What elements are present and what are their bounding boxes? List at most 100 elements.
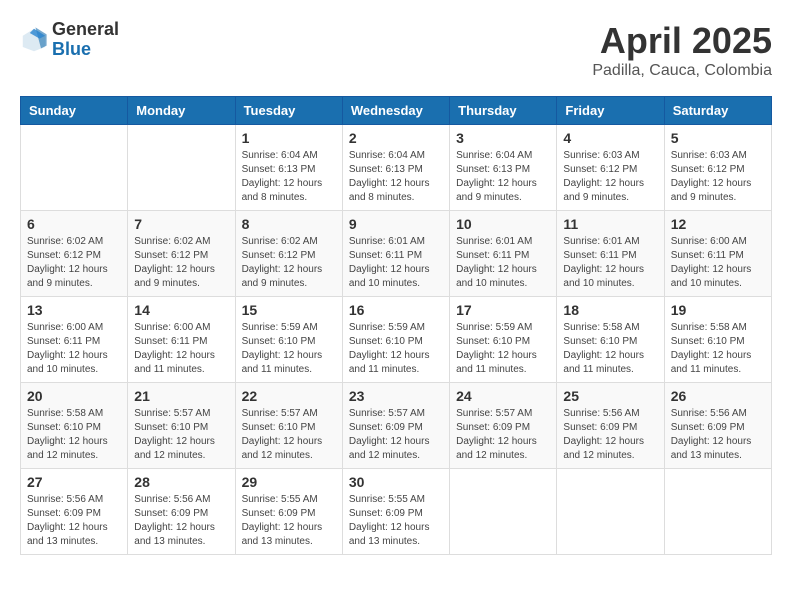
logo-text: General Blue	[52, 20, 119, 60]
calendar-cell: 15Sunrise: 5:59 AM Sunset: 6:10 PM Dayli…	[235, 297, 342, 383]
day-number: 1	[242, 130, 336, 146]
day-number: 25	[563, 388, 657, 404]
day-info: Sunrise: 5:57 AM Sunset: 6:09 PM Dayligh…	[456, 407, 550, 463]
calendar-cell: 27 Sunrise: 5:56 AM Sunset: 6:09 PM Dayli…	[21, 469, 128, 555]
day-number: 20	[27, 388, 121, 404]
calendar-cell: 24 Sunrise: 5:57 AM Sunset: 6:09 PM Dayli…	[450, 383, 557, 469]
calendar-cell: 1 Sunrise: 6:04 AM Sunset: 6:13 PM Daylig…	[235, 125, 342, 211]
day-info: Sunrise: 6:04 AM Sunset: 6:13 PM Dayligh…	[242, 149, 336, 205]
day-info: Sunrise: 5:59 AM Sunset: 6:10 PM Dayligh…	[349, 321, 443, 377]
day-number: 5	[671, 130, 765, 146]
weekday-header: Tuesday	[235, 97, 342, 125]
calendar-cell: 18 Sunrise: 5:58 AM Sunset: 6:10 PM Dayli…	[557, 297, 664, 383]
day-number: 24	[456, 388, 550, 404]
day-info: Sunrise: 6:00 AM Sunset: 6:11 PM Dayligh…	[671, 235, 765, 291]
calendar-cell: 9Sunrise: 6:01 AM Sunset: 6:11 PM Daylig…	[342, 211, 449, 297]
calendar-cell: 13 Sunrise: 6:00 AM Sunset: 6:11 PM Dayli…	[21, 297, 128, 383]
calendar-cell: 29Sunrise: 5:55 AM Sunset: 6:09 PM Dayli…	[235, 469, 342, 555]
day-number: 27	[27, 474, 121, 490]
day-info: Sunrise: 5:56 AM Sunset: 6:09 PM Dayligh…	[27, 493, 121, 549]
weekday-header: Friday	[557, 97, 664, 125]
page-header: General Blue April 2025 Padilla, Cauca, …	[20, 20, 772, 80]
weekday-header: Sunday	[21, 97, 128, 125]
weekday-header: Thursday	[450, 97, 557, 125]
day-info: Sunrise: 5:56 AM Sunset: 6:09 PM Dayligh…	[563, 407, 657, 463]
calendar-cell: 5 Sunrise: 6:03 AM Sunset: 6:12 PM Daylig…	[664, 125, 771, 211]
day-info: Sunrise: 6:01 AM Sunset: 6:11 PM Dayligh…	[563, 235, 657, 291]
calendar-cell	[450, 469, 557, 555]
day-info: Sunrise: 6:02 AM Sunset: 6:12 PM Dayligh…	[242, 235, 336, 291]
day-info: Sunrise: 6:04 AM Sunset: 6:13 PM Dayligh…	[349, 149, 443, 205]
weekday-header: Wednesday	[342, 97, 449, 125]
calendar-week-row: 1 Sunrise: 6:04 AM Sunset: 6:13 PM Daylig…	[21, 125, 772, 211]
calendar-cell	[21, 125, 128, 211]
calendar-cell: 2 Sunrise: 6:04 AM Sunset: 6:13 PM Daylig…	[342, 125, 449, 211]
day-info: Sunrise: 6:00 AM Sunset: 6:11 PM Dayligh…	[27, 321, 121, 377]
day-number: 6	[27, 216, 121, 232]
day-info: Sunrise: 5:58 AM Sunset: 6:10 PM Dayligh…	[671, 321, 765, 377]
day-number: 18	[563, 302, 657, 318]
weekday-header: Monday	[128, 97, 235, 125]
calendar-cell: 19 Sunrise: 5:58 AM Sunset: 6:10 PM Dayli…	[664, 297, 771, 383]
calendar-cell: 12 Sunrise: 6:00 AM Sunset: 6:11 PM Dayli…	[664, 211, 771, 297]
day-number: 7	[134, 216, 228, 232]
day-info: Sunrise: 6:00 AM Sunset: 6:11 PM Dayligh…	[134, 321, 228, 377]
calendar-week-row: 6 Sunrise: 6:02 AM Sunset: 6:12 PM Daylig…	[21, 211, 772, 297]
day-info: Sunrise: 6:03 AM Sunset: 6:12 PM Dayligh…	[563, 149, 657, 205]
logo-blue-text: Blue	[52, 40, 119, 60]
calendar-header-row: SundayMondayTuesdayWednesdayThursdayFrid…	[21, 97, 772, 125]
day-info: Sunrise: 5:58 AM Sunset: 6:10 PM Dayligh…	[27, 407, 121, 463]
day-number: 21	[134, 388, 228, 404]
calendar-cell: 8 Sunrise: 6:02 AM Sunset: 6:12 PM Daylig…	[235, 211, 342, 297]
logo-icon	[20, 26, 48, 54]
day-number: 23	[349, 388, 443, 404]
day-info: Sunrise: 5:59 AM Sunset: 6:10 PM Dayligh…	[456, 321, 550, 377]
calendar-table: SundayMondayTuesdayWednesdayThursdayFrid…	[20, 96, 772, 555]
day-number: 13	[27, 302, 121, 318]
calendar-cell: 25 Sunrise: 5:56 AM Sunset: 6:09 PM Dayli…	[557, 383, 664, 469]
day-info: Sunrise: 5:58 AM Sunset: 6:10 PM Dayligh…	[563, 321, 657, 377]
day-number: 12	[671, 216, 765, 232]
day-number: 3	[456, 130, 550, 146]
calendar-cell: 20 Sunrise: 5:58 AM Sunset: 6:10 PM Dayli…	[21, 383, 128, 469]
calendar-week-row: 20 Sunrise: 5:58 AM Sunset: 6:10 PM Dayli…	[21, 383, 772, 469]
day-number: 22	[242, 388, 336, 404]
day-number: 19	[671, 302, 765, 318]
calendar-cell	[128, 125, 235, 211]
calendar-cell: 21 Sunrise: 5:57 AM Sunset: 6:10 PM Dayli…	[128, 383, 235, 469]
day-info: Sunrise: 5:57 AM Sunset: 6:10 PM Dayligh…	[242, 407, 336, 463]
title-block: April 2025 Padilla, Cauca, Colombia	[592, 20, 772, 80]
calendar-cell	[557, 469, 664, 555]
calendar-cell: 17Sunrise: 5:59 AM Sunset: 6:10 PM Dayli…	[450, 297, 557, 383]
day-info: Sunrise: 6:04 AM Sunset: 6:13 PM Dayligh…	[456, 149, 550, 205]
calendar-cell: 28 Sunrise: 5:56 AM Sunset: 6:09 PM Dayli…	[128, 469, 235, 555]
calendar-cell: 3 Sunrise: 6:04 AM Sunset: 6:13 PM Daylig…	[450, 125, 557, 211]
day-number: 15	[242, 302, 336, 318]
calendar-cell: 14 Sunrise: 6:00 AM Sunset: 6:11 PM Dayli…	[128, 297, 235, 383]
day-info: Sunrise: 5:56 AM Sunset: 6:09 PM Dayligh…	[671, 407, 765, 463]
logo: General Blue	[20, 20, 119, 60]
calendar-cell: 30Sunrise: 5:55 AM Sunset: 6:09 PM Dayli…	[342, 469, 449, 555]
day-number: 30	[349, 474, 443, 490]
calendar-cell: 16Sunrise: 5:59 AM Sunset: 6:10 PM Dayli…	[342, 297, 449, 383]
day-number: 8	[242, 216, 336, 232]
day-info: Sunrise: 6:03 AM Sunset: 6:12 PM Dayligh…	[671, 149, 765, 205]
day-number: 26	[671, 388, 765, 404]
day-number: 14	[134, 302, 228, 318]
day-number: 29	[242, 474, 336, 490]
day-info: Sunrise: 6:01 AM Sunset: 6:11 PM Dayligh…	[456, 235, 550, 291]
day-info: Sunrise: 5:57 AM Sunset: 6:09 PM Dayligh…	[349, 407, 443, 463]
calendar-cell: 10 Sunrise: 6:01 AM Sunset: 6:11 PM Dayli…	[450, 211, 557, 297]
calendar-cell: 23 Sunrise: 5:57 AM Sunset: 6:09 PM Dayli…	[342, 383, 449, 469]
day-number: 10	[456, 216, 550, 232]
day-number: 28	[134, 474, 228, 490]
calendar-week-row: 13 Sunrise: 6:00 AM Sunset: 6:11 PM Dayli…	[21, 297, 772, 383]
day-number: 11	[563, 216, 657, 232]
day-info: Sunrise: 6:02 AM Sunset: 6:12 PM Dayligh…	[27, 235, 121, 291]
day-number: 2	[349, 130, 443, 146]
day-info: Sunrise: 5:56 AM Sunset: 6:09 PM Dayligh…	[134, 493, 228, 549]
calendar-cell: 7Sunrise: 6:02 AM Sunset: 6:12 PM Daylig…	[128, 211, 235, 297]
calendar-week-row: 27 Sunrise: 5:56 AM Sunset: 6:09 PM Dayli…	[21, 469, 772, 555]
day-info: Sunrise: 5:57 AM Sunset: 6:10 PM Dayligh…	[134, 407, 228, 463]
day-info: Sunrise: 6:01 AM Sunset: 6:11 PM Dayligh…	[349, 235, 443, 291]
